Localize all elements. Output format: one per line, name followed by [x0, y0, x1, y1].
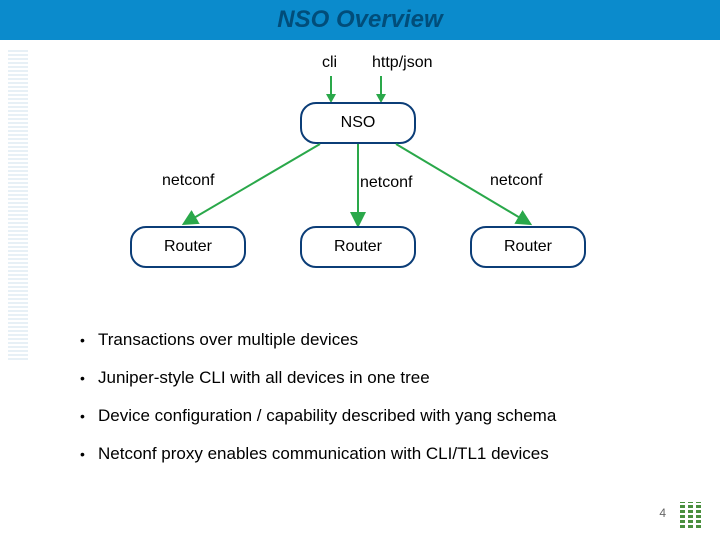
slide: NSO Overview cli http/json NSO netconf n…: [0, 0, 720, 540]
bullet-text: Device configuration / capability descri…: [98, 406, 556, 425]
page-number: 4: [659, 506, 666, 520]
bullet-text: Juniper-style CLI with all devices in on…: [98, 368, 430, 387]
node-router-2-label: Router: [334, 238, 382, 256]
bullet-list: Transactions over multiple devices Junip…: [80, 330, 680, 482]
list-item: Device configuration / capability descri…: [80, 406, 680, 426]
logo-bar: [680, 502, 685, 528]
side-stripe: [8, 50, 28, 360]
node-router-3-label: Router: [504, 238, 552, 256]
node-router-1: Router: [130, 226, 246, 268]
node-nso: NSO: [300, 102, 416, 144]
slide-title: NSO Overview: [0, 6, 720, 34]
bullet-text: Transactions over multiple devices: [98, 330, 358, 349]
node-router-3: Router: [470, 226, 586, 268]
label-cli: cli: [322, 54, 337, 72]
arrow-http-line: [380, 76, 382, 94]
corner-logo: [680, 502, 708, 528]
logo-bar: [688, 502, 693, 528]
list-item: Transactions over multiple devices: [80, 330, 680, 350]
arrow-cli-line: [330, 76, 332, 94]
label-netconf-1: netconf: [162, 172, 214, 190]
logo-bar: [696, 502, 701, 528]
node-router-2: Router: [300, 226, 416, 268]
node-nso-label: NSO: [341, 114, 376, 132]
node-router-1-label: Router: [164, 238, 212, 256]
label-httpjson: http/json: [372, 54, 432, 72]
list-item: Netconf proxy enables communication with…: [80, 444, 680, 464]
label-netconf-3: netconf: [490, 172, 542, 190]
bullet-text: Netconf proxy enables communication with…: [98, 444, 549, 463]
list-item: Juniper-style CLI with all devices in on…: [80, 368, 680, 388]
label-netconf-2: netconf: [360, 174, 412, 192]
